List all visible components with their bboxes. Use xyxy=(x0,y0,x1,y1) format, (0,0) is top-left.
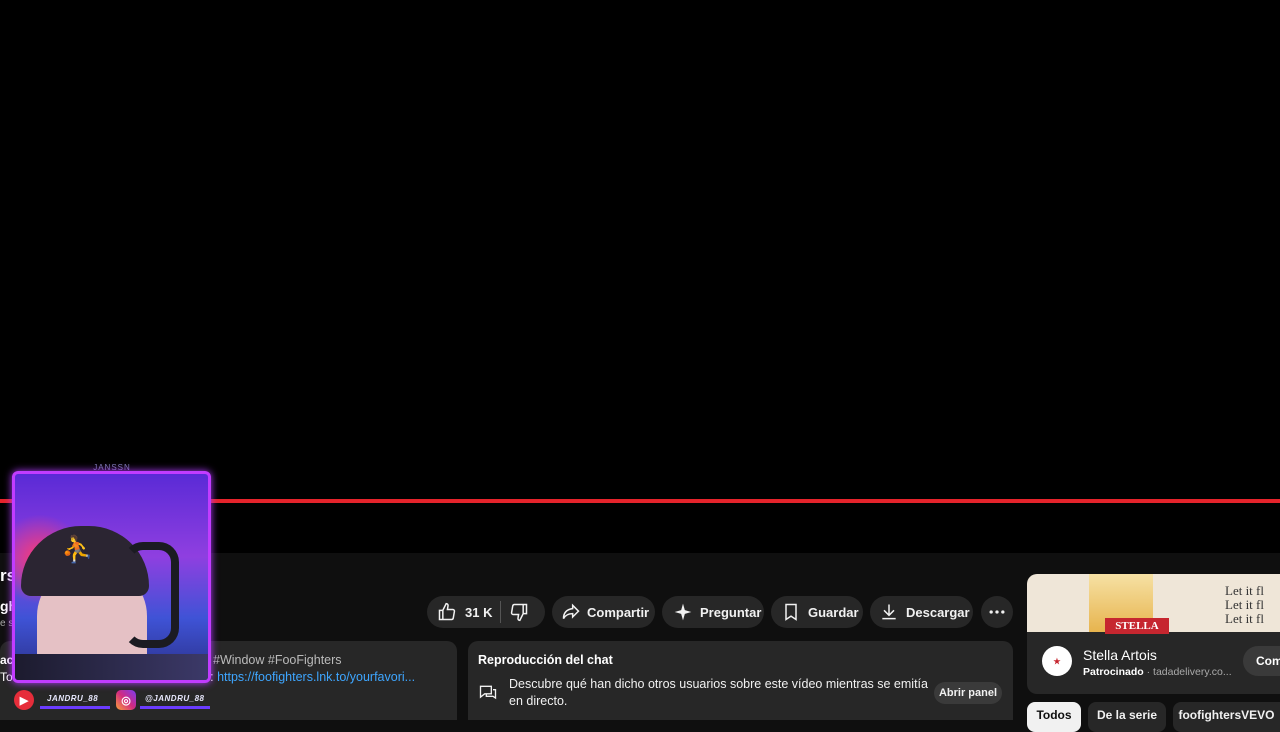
youtube-icon: ▶ xyxy=(14,690,34,710)
ad-banner-tagline: Let it fl Let it fl Let it fl xyxy=(1225,583,1264,626)
chat-replay-panel: Reproducción del chat Descubre qué han d… xyxy=(468,641,1013,720)
jumpman-logo-icon: ⛹ xyxy=(61,534,94,564)
description-fragment-2: To xyxy=(0,670,13,684)
youtube-handle-underline xyxy=(40,706,110,709)
more-actions-button[interactable] xyxy=(981,596,1013,628)
ask-label: Preguntar xyxy=(700,604,762,620)
bookmark-icon xyxy=(785,603,797,621)
headphones-icon xyxy=(123,542,179,648)
streamer-webcam-overlay: ⛹ xyxy=(12,471,211,683)
ad-banner-image[interactable]: STELLA Let it fl Let it fl Let it fl xyxy=(1027,574,1280,634)
chat-replay-title: Reproducción del chat xyxy=(478,653,613,667)
save-label: Guardar xyxy=(808,604,859,620)
sparkle-icon xyxy=(674,603,692,621)
sponsored-label: Patrocinado xyxy=(1083,666,1144,678)
chip-todos[interactable]: Todos xyxy=(1027,702,1081,732)
chip-foofightersvevo[interactable]: foofightersVEVO xyxy=(1173,702,1280,732)
share-icon xyxy=(562,603,580,620)
description-link-line: re: https://foofighters.lnk.to/yourfavor… xyxy=(199,670,415,684)
instagram-handle-underline xyxy=(140,706,210,709)
ad-banner-label: STELLA xyxy=(1105,618,1169,634)
like-count: 31 K xyxy=(465,604,493,620)
ad-domain: tadadelivery.co... xyxy=(1153,666,1232,678)
share-button[interactable]: Compartir xyxy=(552,596,655,628)
thumbs-down-icon xyxy=(511,603,528,622)
ad-brand-name[interactable]: Stella Artois xyxy=(1083,647,1157,663)
chat-bubbles-icon xyxy=(479,685,497,700)
like-divider xyxy=(500,601,502,623)
thumbs-up-icon xyxy=(437,602,457,622)
like-button[interactable]: 31 K xyxy=(427,596,492,628)
webcam-shirt xyxy=(15,654,208,680)
chat-replay-text: Descubre qué han dicho otros usuarios so… xyxy=(509,677,928,708)
description-link[interactable]: https://foofighters.lnk.to/yourfavori... xyxy=(217,670,415,684)
ad-cta-button[interactable]: Com xyxy=(1243,646,1280,676)
instagram-handle: @JANDRU_88 xyxy=(145,694,205,703)
download-icon xyxy=(882,604,896,620)
dislike-button[interactable] xyxy=(509,602,529,622)
sponsored-ad-card[interactable]: STELLA Let it fl Let it fl Let it fl ★ S… xyxy=(1027,574,1280,694)
youtube-handle: JANDRU_88 xyxy=(47,694,99,703)
download-label: Descargar xyxy=(906,604,970,620)
ask-button[interactable]: Preguntar xyxy=(662,596,764,628)
more-icon xyxy=(989,610,1005,614)
share-label: Compartir xyxy=(587,604,650,620)
like-dislike-group: 31 K xyxy=(427,596,545,628)
save-button[interactable]: Guardar xyxy=(771,596,863,628)
chip-de-la-serie[interactable]: De la serie xyxy=(1088,702,1166,732)
ad-meta: Patrocinado · tadadelivery.co... xyxy=(1083,666,1232,678)
open-panel-button[interactable]: Abrir panel xyxy=(934,682,1002,704)
streamer-socials: ▶ JANDRU_88 ◎ @JANDRU_88 xyxy=(10,690,220,712)
download-button[interactable]: Descargar xyxy=(870,596,973,628)
brand-logo-icon: ★ xyxy=(1042,646,1072,676)
instagram-icon: ◎ xyxy=(116,690,136,710)
description-hashtags[interactable]: #Window #FooFighters xyxy=(213,653,342,667)
